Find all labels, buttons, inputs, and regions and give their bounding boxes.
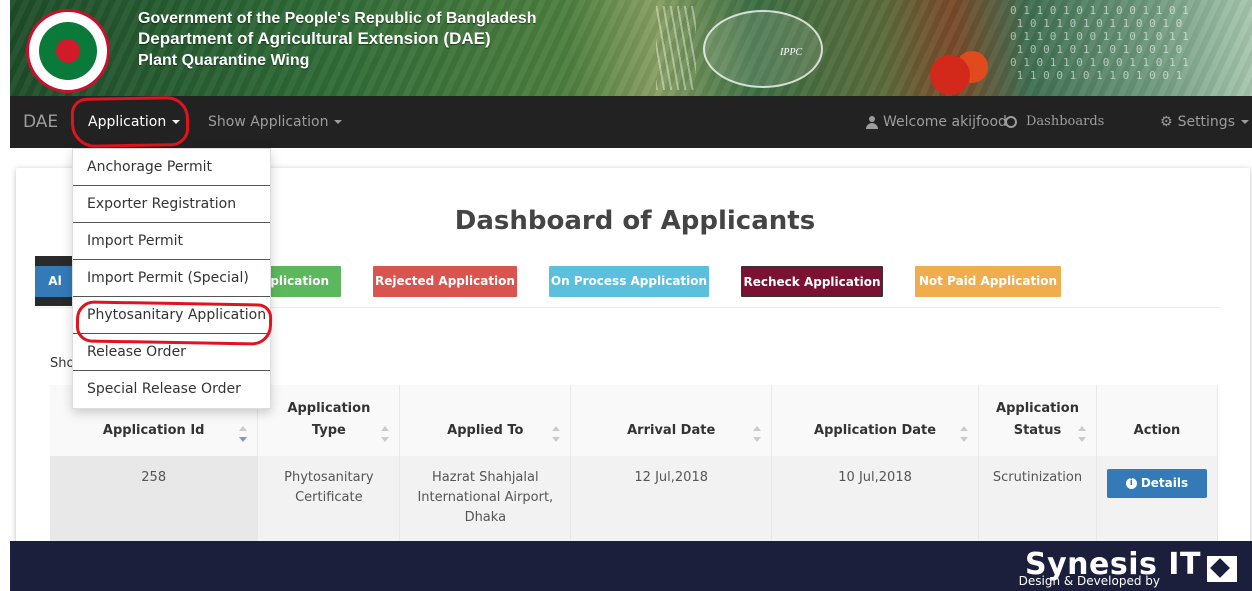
column-header-application-status[interactable]: Application Status (978, 385, 1097, 456)
cell-text-line1: Phytosanitary (284, 470, 374, 485)
annotation-circle-phytosanitary (75, 300, 273, 346)
table-row: 258 Phytosanitary Certificate Hazrat Sha… (50, 456, 1219, 543)
ippc-logo-icon: IPPC (703, 10, 823, 88)
tomato-icon (930, 55, 970, 95)
welcome-user-link[interactable]: Welcome akijfood (866, 96, 1007, 148)
application-dropdown-menu: Anchorage Permit Exporter Registration I… (72, 148, 271, 409)
menu-item-import-permit[interactable]: Import Permit (73, 223, 270, 260)
header-label: Application Date (814, 423, 937, 438)
ippc-label: IPPC (780, 47, 803, 58)
user-icon (866, 115, 878, 129)
all-application-button[interactable]: Al (35, 266, 75, 297)
header-label: Application Id (102, 423, 205, 438)
column-header-application-type[interactable]: Application Type (257, 385, 401, 456)
column-header-action: Action (1096, 385, 1219, 456)
sort-icon (1077, 426, 1086, 442)
sort-icon (552, 426, 561, 442)
settings-menu-toggle[interactable]: ⚙ Settings (1160, 96, 1249, 148)
annotation-circle-application (70, 95, 190, 149)
sort-icon (381, 426, 390, 442)
cell-application-id: 258 (50, 456, 259, 543)
cell-arrival-date: 12 Jul,2018 (570, 456, 773, 543)
header-label-line2: Status (1013, 423, 1062, 438)
menu-item-anchorage-permit[interactable]: Anchorage Permit (73, 149, 270, 186)
cell-text-line2: International Airport, (417, 490, 554, 505)
column-header-applied-to[interactable]: Applied To (399, 385, 572, 456)
cell-text-line3: Dhaka (464, 510, 507, 525)
on-process-application-button[interactable]: On Process Application (549, 266, 709, 297)
brand-link[interactable]: DAE (23, 96, 58, 148)
header-label: Application Status (996, 398, 1079, 442)
welcome-label: Welcome akijfood (883, 114, 1007, 130)
gear-icon: ⚙ (1160, 114, 1173, 130)
not-paid-application-button[interactable]: Not Paid Application (915, 266, 1061, 297)
header-label: Action (1133, 423, 1181, 438)
rejected-application-button[interactable]: Rejected Application (373, 266, 517, 297)
column-header-arrival-date[interactable]: Arrival Date (570, 385, 773, 456)
government-seal-icon (26, 9, 110, 93)
dashboards-label: Dashboards (1026, 114, 1105, 129)
column-header-application-date[interactable]: Application Date (771, 385, 980, 456)
info-icon: i (1125, 478, 1137, 489)
header-label: Application Type (287, 398, 370, 442)
settings-label: Settings (1177, 114, 1235, 130)
banner-title-block: Government of the People's Republic of B… (138, 9, 537, 72)
cell-application-status: Scrutinization (978, 456, 1097, 543)
chevron-down-icon (334, 120, 343, 124)
show-application-menu-toggle[interactable]: Show Application (208, 96, 343, 148)
header-label-line1: Application (996, 401, 1079, 416)
cell-action: i Details (1096, 456, 1219, 543)
details-button[interactable]: i Details (1106, 469, 1207, 498)
menu-item-import-permit-special[interactable]: Import Permit (Special) (73, 260, 270, 297)
details-label: Details (1140, 476, 1189, 490)
sort-icon (960, 426, 969, 442)
company-brand-name: Synesis IT (1025, 547, 1201, 582)
header-label: Arrival Date (627, 423, 716, 438)
sort-icon (239, 426, 248, 442)
binary-pattern-decoration: 0 1 1 0 1 0 1 1 0 0 1 1 0 1 1 0 1 1 0 1 … (1010, 4, 1189, 82)
cell-text-line1: Hazrat Shahjalal (432, 470, 539, 485)
sort-icon (753, 426, 762, 442)
header-banner: Government of the People's Republic of B… (10, 0, 1252, 96)
show-application-label: Show Application (208, 114, 329, 130)
show-entries-label: Sho (50, 356, 75, 371)
header-label-line2: Type (311, 423, 346, 438)
header-label: Applied To (447, 423, 524, 438)
wheat-icon (656, 6, 696, 90)
banner-department-line: Department of Agricultural Extension (DA… (138, 29, 491, 48)
banner-government-line: Government of the People's Republic of B… (138, 10, 537, 27)
recheck-application-button[interactable]: Recheck Application (741, 266, 883, 297)
dashboards-link[interactable]: Dashboards (1005, 96, 1104, 148)
synesis-logo-icon (1207, 556, 1237, 582)
menu-item-exporter-registration[interactable]: Exporter Registration (73, 186, 270, 223)
clock-icon (1005, 115, 1017, 128)
menu-item-special-release-order[interactable]: Special Release Order (73, 371, 270, 408)
header-label-line1: Application (287, 401, 371, 416)
top-navbar: DAE Application Show Application Welcome… (10, 96, 1252, 148)
cell-applied-to: Hazrat Shahjalal International Airport, … (399, 456, 572, 543)
cell-application-type: Phytosanitary Certificate (257, 456, 401, 543)
cell-application-date: 10 Jul,2018 (771, 456, 980, 543)
chevron-down-icon (1240, 120, 1249, 124)
cell-text-line2: Certificate (295, 490, 363, 505)
banner-wing-line: Plant Quarantine Wing (138, 52, 310, 69)
